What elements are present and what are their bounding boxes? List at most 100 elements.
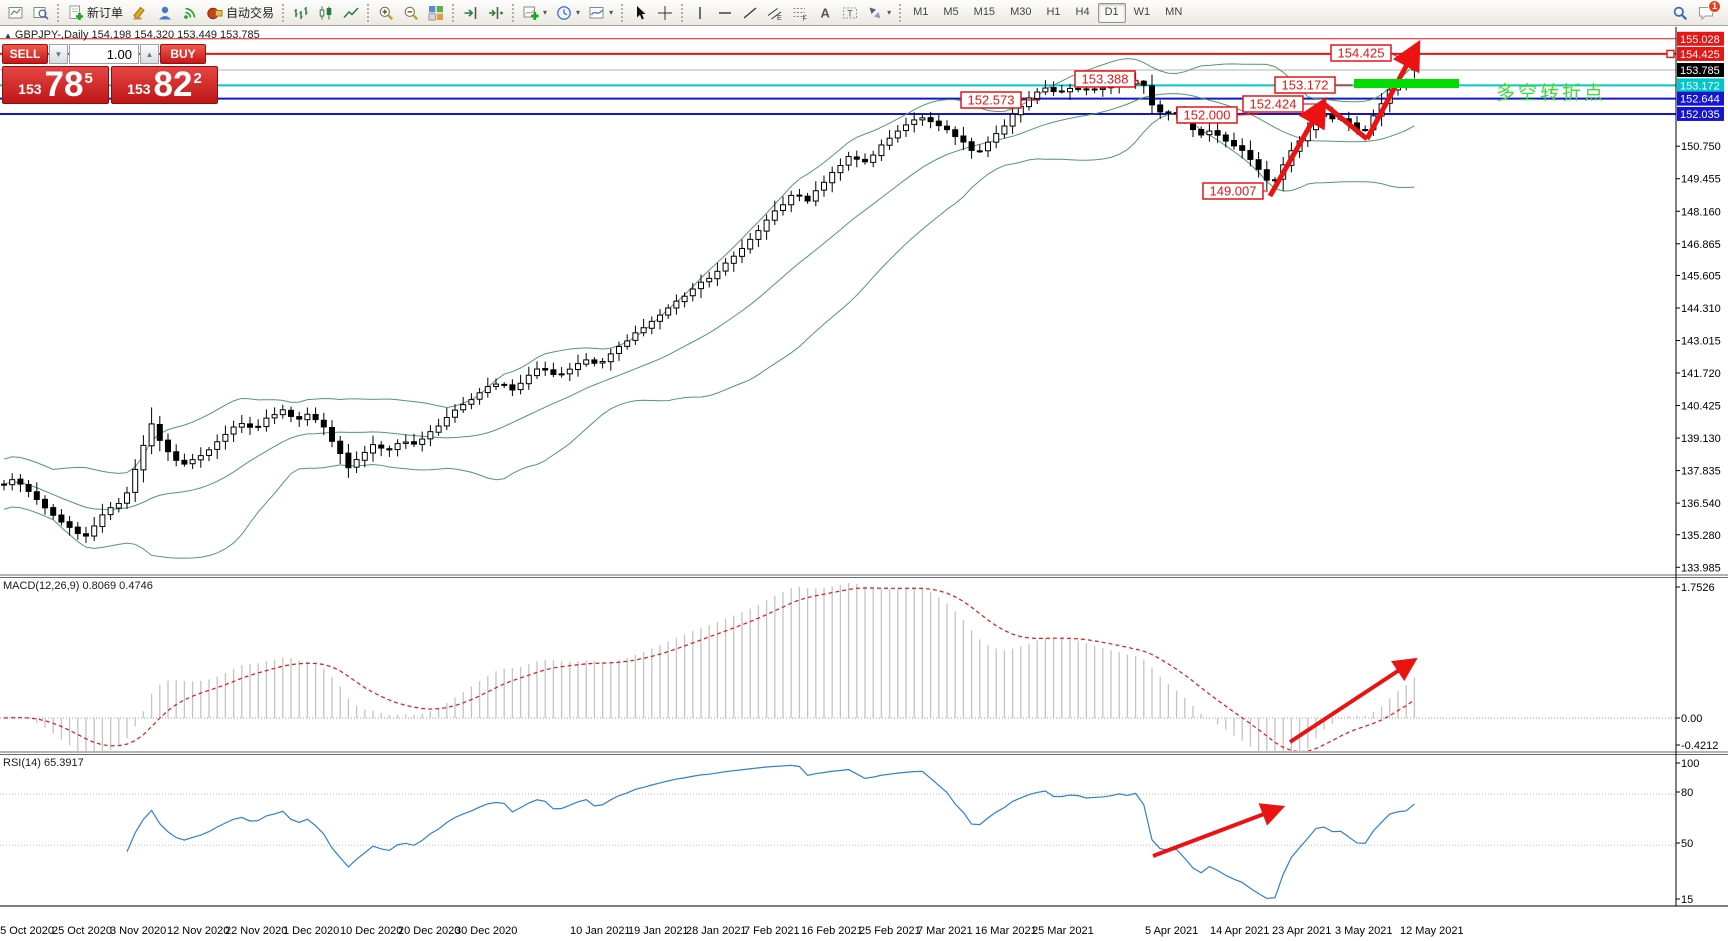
hline-button[interactable]: [713, 2, 737, 24]
zoom-in-button[interactable]: [374, 2, 398, 24]
chart-shift-button[interactable]: [484, 2, 508, 24]
periods-button[interactable]: ▾: [552, 2, 584, 24]
timeframe-button-m1[interactable]: M1: [906, 3, 935, 23]
price-callout[interactable]: 149.007: [1203, 183, 1268, 199]
price-line-tag[interactable]: 152.644: [1677, 92, 1724, 106]
trendline-icon: [742, 5, 758, 21]
dropdown-caret-icon[interactable]: ▾: [887, 8, 891, 17]
vline-icon: [692, 5, 708, 21]
channel-button[interactable]: E: [763, 2, 787, 24]
indicators-button[interactable]: ▾: [519, 2, 551, 24]
community-icon: [157, 5, 173, 21]
svg-text:154.425: 154.425: [1338, 46, 1385, 61]
chart-shift-icon: [488, 5, 504, 21]
buy-price-sup: 2: [193, 70, 201, 87]
horizontal-line-objects: [0, 39, 1676, 114]
price-tick-label: 136.540: [1681, 498, 1721, 510]
price-line-tag[interactable]: 153.785: [1677, 63, 1724, 77]
new-order-button[interactable]: 新订单: [64, 2, 127, 24]
toolbar-button-label: 新订单: [87, 4, 123, 21]
bars-mode-button[interactable]: [289, 2, 313, 24]
volume-increase-button[interactable]: ▲: [140, 44, 159, 64]
price-line-tag[interactable]: 155.028: [1677, 32, 1724, 46]
zoom-out-button[interactable]: [399, 2, 423, 24]
toolbar-separator: [282, 4, 285, 22]
date-tick-label: 25 Feb 2021: [859, 925, 921, 937]
textlabel-button[interactable]: T: [838, 2, 862, 24]
templates-button[interactable]: ▾: [585, 2, 617, 24]
date-tick-label: 5 Apr 2021: [1145, 925, 1198, 937]
price-tick-label: 149.455: [1681, 174, 1721, 186]
chart-canvas[interactable]: 150.750149.455148.160146.865145.605144.3…: [0, 27, 1728, 941]
arrows-tool-button[interactable]: ▾: [863, 2, 895, 24]
signals-button[interactable]: [178, 2, 202, 24]
price-tick-label: 144.310: [1681, 303, 1721, 315]
community-button[interactable]: [153, 2, 177, 24]
trend-arrow-link[interactable]: [1323, 103, 1367, 139]
auto-scroll-button[interactable]: [459, 2, 483, 24]
timeframe-button-mn[interactable]: MN: [1158, 3, 1189, 23]
chat-icon[interactable]: 1: [1698, 5, 1714, 21]
trendline-button[interactable]: [738, 2, 762, 24]
line-mode-button[interactable]: [339, 2, 363, 24]
date-tick-label: 30 Dec 2020: [455, 925, 517, 937]
buy-price-box[interactable]: 153 82 2: [111, 66, 218, 104]
volume-decrease-button[interactable]: ▼: [49, 44, 68, 64]
search-icon[interactable]: [1672, 5, 1688, 21]
svg-text:152.573: 152.573: [968, 93, 1015, 108]
text-button[interactable]: A: [813, 2, 837, 24]
trend-arrow[interactable]: [1270, 103, 1323, 196]
dropdown-caret-icon[interactable]: ▾: [543, 8, 547, 17]
price-callout[interactable]: 153.172: [1275, 77, 1352, 93]
volume-input[interactable]: [69, 44, 139, 64]
price-line-tag[interactable]: 153.172: [1677, 78, 1724, 92]
chart-title: ▲GBPJPY-,Daily 154.198 154.320 153.449 1…: [4, 29, 260, 41]
macd-trend-arrow[interactable]: [1290, 661, 1413, 742]
timeframe-button-m15[interactable]: M15: [967, 3, 1002, 23]
macd-plot: [0, 583, 1676, 767]
price-tick-label: 140.425: [1681, 401, 1721, 413]
new-chart-button[interactable]: [4, 2, 28, 24]
dropdown-caret-icon[interactable]: ▾: [576, 8, 580, 17]
date-tick-label: 12 Nov 2020: [167, 925, 229, 937]
timeframe-button-m30[interactable]: M30: [1003, 3, 1038, 23]
timeframe-button-w1[interactable]: W1: [1127, 3, 1158, 23]
cursor-button[interactable]: [628, 2, 652, 24]
toolbar-separator: [367, 4, 370, 22]
tile-windows-button[interactable]: [424, 2, 448, 24]
price-callout[interactable]: 153.388: [1075, 71, 1142, 87]
sell-price-box[interactable]: 153 78 5: [2, 66, 109, 104]
price-line-tag[interactable]: 152.035: [1677, 107, 1724, 121]
new-chart-icon: [8, 5, 24, 21]
timeframe-button-m5[interactable]: M5: [936, 3, 965, 23]
crosshair-button[interactable]: [653, 2, 677, 24]
fibo-button[interactable]: F: [788, 2, 812, 24]
svg-text:152.000: 152.000: [1184, 108, 1231, 123]
macd-tick-label: -0.4212: [1681, 740, 1718, 752]
metaeditor-icon: [132, 5, 148, 21]
date-tick-label: 28 Jan 2021: [686, 925, 747, 937]
date-tick-label: 22 Nov 2020: [225, 925, 287, 937]
autotrading-button[interactable]: 自动交易: [203, 2, 278, 24]
date-tick-label: 7 Mar 2021: [917, 925, 973, 937]
buy-button[interactable]: BUY: [160, 44, 206, 64]
timeframe-button-h1[interactable]: H1: [1039, 3, 1067, 23]
timeframe-button-h4[interactable]: H4: [1069, 3, 1097, 23]
price-tick-label: 141.720: [1681, 368, 1721, 380]
price-tick-label: 150.750: [1681, 141, 1721, 153]
vline-button[interactable]: [688, 2, 712, 24]
candles-mode-button[interactable]: [314, 2, 338, 24]
selection-handle[interactable]: [1667, 50, 1674, 57]
chart-profile-button[interactable]: [29, 2, 53, 24]
annotation-text[interactable]: 多空转折点: [1496, 82, 1606, 104]
chart-symbol-icon: ▲: [4, 31, 12, 40]
metaeditor-button[interactable]: [128, 2, 152, 24]
support-bar-annotation[interactable]: [1354, 79, 1459, 88]
price-callout[interactable]: 154.425: [1331, 45, 1398, 61]
sell-price-big: 78: [45, 71, 84, 100]
macd-label: MACD(12,26,9) 0.8069 0.4746: [3, 580, 153, 592]
timeframe-button-d1[interactable]: D1: [1098, 3, 1126, 23]
rsi-trend-arrow[interactable]: [1153, 808, 1280, 856]
dropdown-caret-icon[interactable]: ▾: [609, 8, 613, 17]
sell-button[interactable]: SELL: [2, 44, 48, 64]
